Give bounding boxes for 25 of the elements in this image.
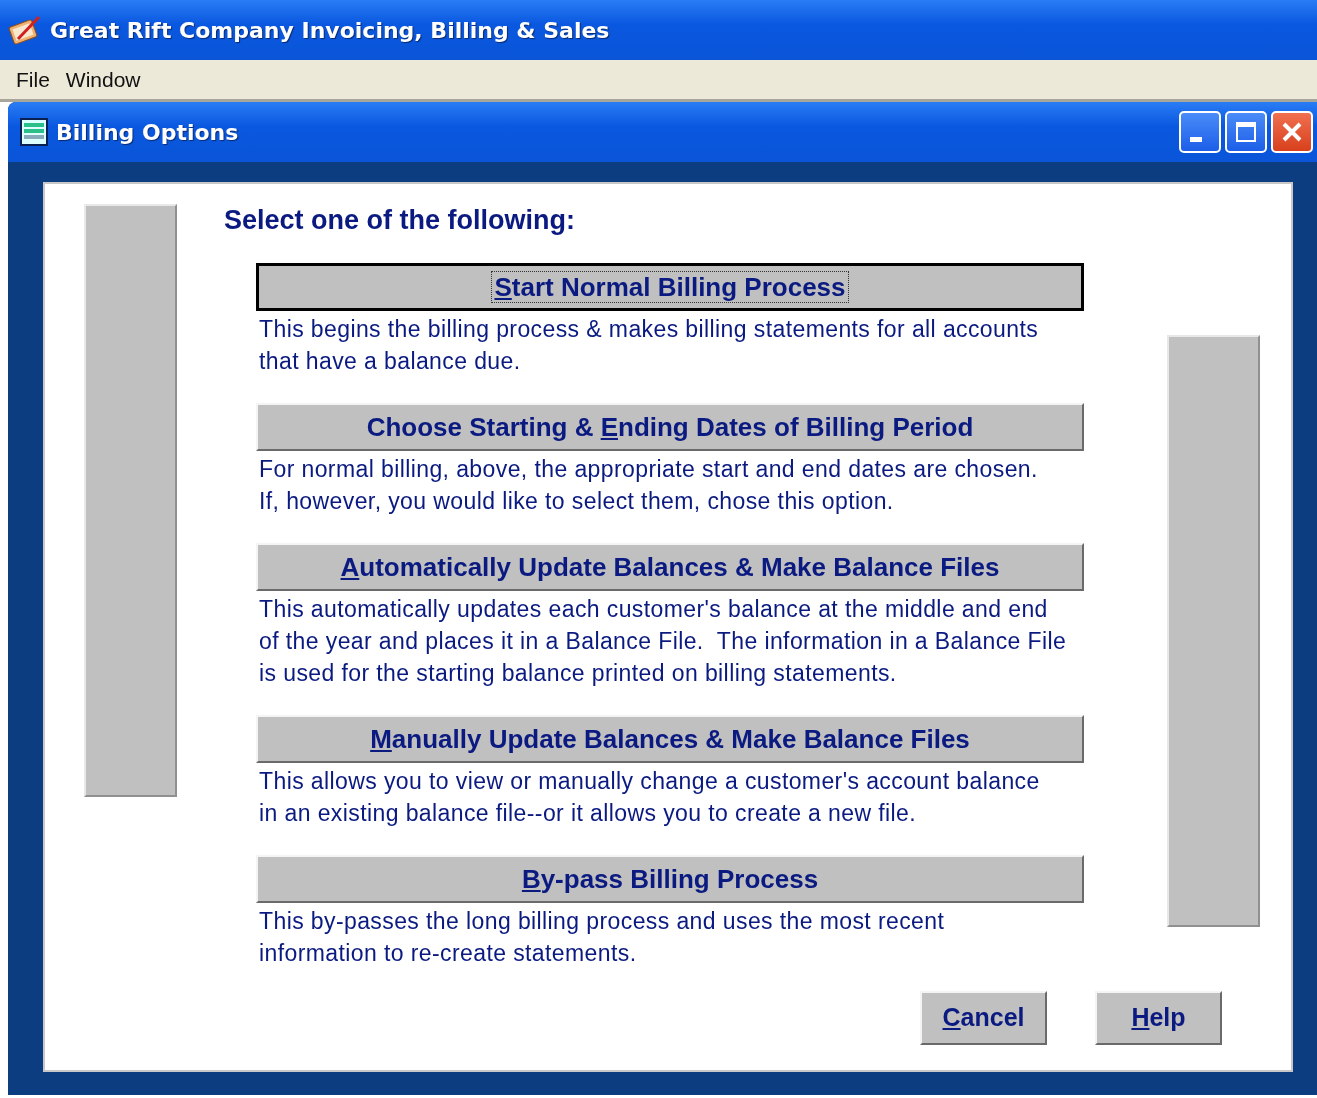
- window-title: Billing Options: [56, 118, 239, 147]
- option-button[interactable]: By-pass Billing Process: [256, 855, 1084, 903]
- menu-item[interactable]: File: [8, 63, 58, 96]
- minimize-button[interactable]: [1179, 111, 1221, 153]
- heading: Select one of the following:: [224, 204, 576, 237]
- option-button[interactable]: Manually Update Balances & Make Balance Files: [256, 715, 1084, 763]
- option-button[interactable]: Choose Starting & Ending Dates of Billing Period: [256, 403, 1084, 451]
- close-icon: [1280, 120, 1304, 144]
- option-description: For normal billing, above, the appropriate start and end dates are chosen. If, however, you would like to select them, chose this option.: [259, 455, 1039, 516]
- maximize-button[interactable]: [1225, 111, 1267, 153]
- option-button[interactable]: Start Normal Billing Process: [256, 263, 1084, 311]
- option-description: This automatically updates each customer's balance at the middle and end of the year and places it in a Balance File. The information in a Balance File is used for the starting balance printed on billing statements.: [259, 595, 1068, 688]
- option-description: This by-passes the long billing process and uses the most recent information to re-create statements.: [259, 907, 946, 968]
- list-window-icon: [20, 118, 48, 146]
- dialog-button[interactable]: Help: [1095, 991, 1222, 1045]
- dialog-button[interactable]: Cancel: [920, 991, 1047, 1045]
- option-description: This allows you to view or manually change a customer's account balance in an existing balance file--or it allows you to create a new file.: [259, 767, 1041, 828]
- maximize-icon: [1234, 120, 1258, 144]
- app-notebook-icon: [8, 13, 42, 47]
- minimize-icon: [1190, 136, 1202, 142]
- option-description: This begins the billing process & makes billing statements for all accounts that have a balance due.: [259, 315, 1040, 376]
- option-button[interactable]: Automatically Update Balances & Make Balance Files: [256, 543, 1084, 591]
- menu-item[interactable]: Window: [57, 63, 149, 96]
- close-button[interactable]: [1271, 111, 1313, 153]
- app-title: Great Rift Company Invoicing, Billing & Sales: [50, 16, 610, 45]
